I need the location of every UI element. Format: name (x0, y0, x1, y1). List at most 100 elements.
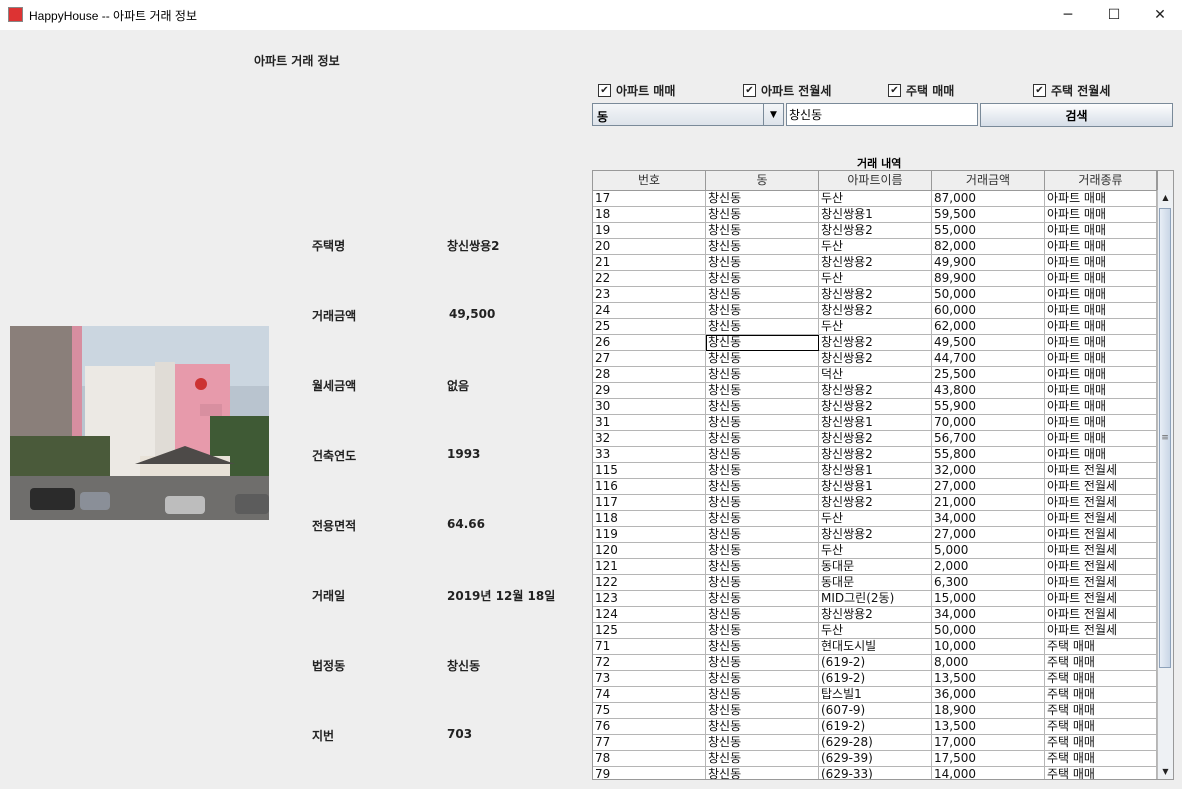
cell-dong[interactable]: 창신동 (706, 639, 819, 655)
cell-dong[interactable]: 창신동 (706, 591, 819, 607)
cell-number[interactable]: 116 (593, 479, 706, 495)
cell-deal-type[interactable]: 주택 매매 (1045, 735, 1157, 751)
table-row[interactable]: 75 창신동 (607-9) 18,900 주택 매매 (593, 703, 1157, 719)
cell-deal-type[interactable]: 주택 매매 (1045, 671, 1157, 687)
table-row[interactable]: 72 창신동 (619-2) 8,000 주택 매매 (593, 655, 1157, 671)
cell-apt-name[interactable]: (629-33) (819, 767, 932, 779)
cell-deal-type[interactable]: 아파트 매매 (1045, 447, 1157, 463)
table-row[interactable]: 31 창신동 창신쌍용1 70,000 아파트 매매 (593, 415, 1157, 431)
table-row[interactable]: 19 창신동 창신쌍용2 55,000 아파트 매매 (593, 223, 1157, 239)
cell-dong[interactable]: 창신동 (706, 399, 819, 415)
cell-apt-name[interactable]: 창신쌍용2 (819, 495, 932, 511)
scroll-down-icon[interactable]: ▼ (1158, 764, 1173, 779)
cell-price[interactable]: 8,000 (932, 655, 1045, 671)
cell-apt-name[interactable]: 창신쌍용2 (819, 431, 932, 447)
cell-price[interactable]: 13,500 (932, 719, 1045, 735)
cell-apt-name[interactable]: 두산 (819, 239, 932, 255)
cell-price[interactable]: 55,800 (932, 447, 1045, 463)
cell-apt-name[interactable]: 현대도시빌 (819, 639, 932, 655)
table-row[interactable]: 118 창신동 두산 34,000 아파트 전월세 (593, 511, 1157, 527)
cell-deal-type[interactable]: 아파트 매매 (1045, 335, 1157, 351)
maximize-button[interactable]: ☐ (1091, 0, 1137, 30)
cell-deal-type[interactable]: 주택 매매 (1045, 639, 1157, 655)
cell-dong[interactable]: 창신동 (706, 655, 819, 671)
cell-number[interactable]: 125 (593, 623, 706, 639)
cell-apt-name[interactable]: 창신쌍용1 (819, 479, 932, 495)
column-header-price[interactable]: 거래금액 (932, 171, 1045, 190)
filter-apt-rent[interactable]: ✔ 아파트 전월세 (743, 82, 831, 99)
cell-deal-type[interactable]: 아파트 전월세 (1045, 543, 1157, 559)
cell-dong[interactable]: 창신동 (706, 431, 819, 447)
cell-apt-name[interactable]: MID그린(2동) (819, 591, 932, 607)
filter-apt-sale[interactable]: ✔ 아파트 매매 (598, 82, 675, 99)
cell-dong[interactable]: 창신동 (706, 415, 819, 431)
cell-apt-name[interactable]: 창신쌍용1 (819, 463, 932, 479)
cell-dong[interactable]: 창신동 (706, 239, 819, 255)
cell-price[interactable]: 21,000 (932, 495, 1045, 511)
cell-price[interactable]: 59,500 (932, 207, 1045, 223)
cell-deal-type[interactable]: 아파트 매매 (1045, 399, 1157, 415)
cell-number[interactable]: 29 (593, 383, 706, 399)
column-header-deal-type[interactable]: 거래종류 (1045, 171, 1157, 190)
table-row[interactable]: 32 창신동 창신쌍용2 56,700 아파트 매매 (593, 431, 1157, 447)
search-button[interactable]: 검색 (980, 103, 1173, 127)
table-row[interactable]: 78 창신동 (629-39) 17,500 주택 매매 (593, 751, 1157, 767)
table-row[interactable]: 28 창신동 덕산 25,500 아파트 매매 (593, 367, 1157, 383)
cell-dong[interactable]: 창신동 (706, 703, 819, 719)
cell-number[interactable]: 30 (593, 399, 706, 415)
cell-price[interactable]: 43,800 (932, 383, 1045, 399)
cell-deal-type[interactable]: 아파트 전월세 (1045, 463, 1157, 479)
column-header-apt-name[interactable]: 아파트이름 (819, 171, 932, 190)
cell-price[interactable]: 70,000 (932, 415, 1045, 431)
cell-apt-name[interactable]: 두산 (819, 271, 932, 287)
cell-deal-type[interactable]: 아파트 전월세 (1045, 575, 1157, 591)
cell-apt-name[interactable]: 창신쌍용2 (819, 255, 932, 271)
cell-deal-type[interactable]: 아파트 매매 (1045, 255, 1157, 271)
cell-deal-type[interactable]: 아파트 전월세 (1045, 511, 1157, 527)
cell-deal-type[interactable]: 아파트 매매 (1045, 207, 1157, 223)
cell-price[interactable]: 49,900 (932, 255, 1045, 271)
table-row[interactable]: 123 창신동 MID그린(2동) 15,000 아파트 전월세 (593, 591, 1157, 607)
cell-deal-type[interactable]: 아파트 매매 (1045, 287, 1157, 303)
filter-house-rent[interactable]: ✔ 주택 전월세 (1033, 82, 1110, 99)
table-row[interactable]: 71 창신동 현대도시빌 10,000 주택 매매 (593, 639, 1157, 655)
table-row[interactable]: 29 창신동 창신쌍용2 43,800 아파트 매매 (593, 383, 1157, 399)
cell-number[interactable]: 24 (593, 303, 706, 319)
cell-deal-type[interactable]: 주택 매매 (1045, 703, 1157, 719)
minimize-button[interactable]: ─ (1045, 0, 1091, 30)
cell-price[interactable]: 17,500 (932, 751, 1045, 767)
cell-apt-name[interactable]: 창신쌍용2 (819, 383, 932, 399)
cell-number[interactable]: 23 (593, 287, 706, 303)
cell-price[interactable]: 25,500 (932, 367, 1045, 383)
cell-deal-type[interactable]: 주택 매매 (1045, 767, 1157, 779)
cell-apt-name[interactable]: (619-2) (819, 719, 932, 735)
cell-number[interactable]: 117 (593, 495, 706, 511)
table-row[interactable]: 30 창신동 창신쌍용2 55,900 아파트 매매 (593, 399, 1157, 415)
cell-apt-name[interactable]: 창신쌍용1 (819, 415, 932, 431)
cell-dong[interactable]: 창신동 (706, 495, 819, 511)
cell-number[interactable]: 74 (593, 687, 706, 703)
cell-deal-type[interactable]: 아파트 매매 (1045, 303, 1157, 319)
cell-deal-type[interactable]: 아파트 매매 (1045, 415, 1157, 431)
cell-dong[interactable]: 창신동 (706, 271, 819, 287)
cell-number[interactable]: 26 (593, 335, 706, 351)
cell-apt-name[interactable]: 창신쌍용1 (819, 207, 932, 223)
cell-apt-name[interactable]: (619-2) (819, 671, 932, 687)
cell-dong[interactable]: 창신동 (706, 207, 819, 223)
checkbox-apt-sale[interactable]: ✔ (598, 84, 611, 97)
cell-apt-name[interactable]: 창신쌍용2 (819, 303, 932, 319)
column-header-number[interactable]: 번호 (593, 171, 706, 190)
cell-price[interactable]: 27,000 (932, 527, 1045, 543)
cell-number[interactable]: 77 (593, 735, 706, 751)
cell-number[interactable]: 115 (593, 463, 706, 479)
checkbox-apt-rent[interactable]: ✔ (743, 84, 756, 97)
table-row[interactable]: 76 창신동 (619-2) 13,500 주택 매매 (593, 719, 1157, 735)
cell-apt-name[interactable]: 두산 (819, 319, 932, 335)
cell-dong[interactable]: 창신동 (706, 543, 819, 559)
cell-dong[interactable]: 창신동 (706, 319, 819, 335)
table-row[interactable]: 74 창신동 탑스빌1 36,000 주택 매매 (593, 687, 1157, 703)
cell-price[interactable]: 13,500 (932, 671, 1045, 687)
table-row[interactable]: 124 창신동 창신쌍용2 34,000 아파트 전월세 (593, 607, 1157, 623)
deal-table[interactable]: 번호 동 아파트이름 거래금액 거래종류 17 창신동 두산 87,000 아파트 매매… (592, 170, 1174, 780)
cell-number[interactable]: 79 (593, 767, 706, 779)
